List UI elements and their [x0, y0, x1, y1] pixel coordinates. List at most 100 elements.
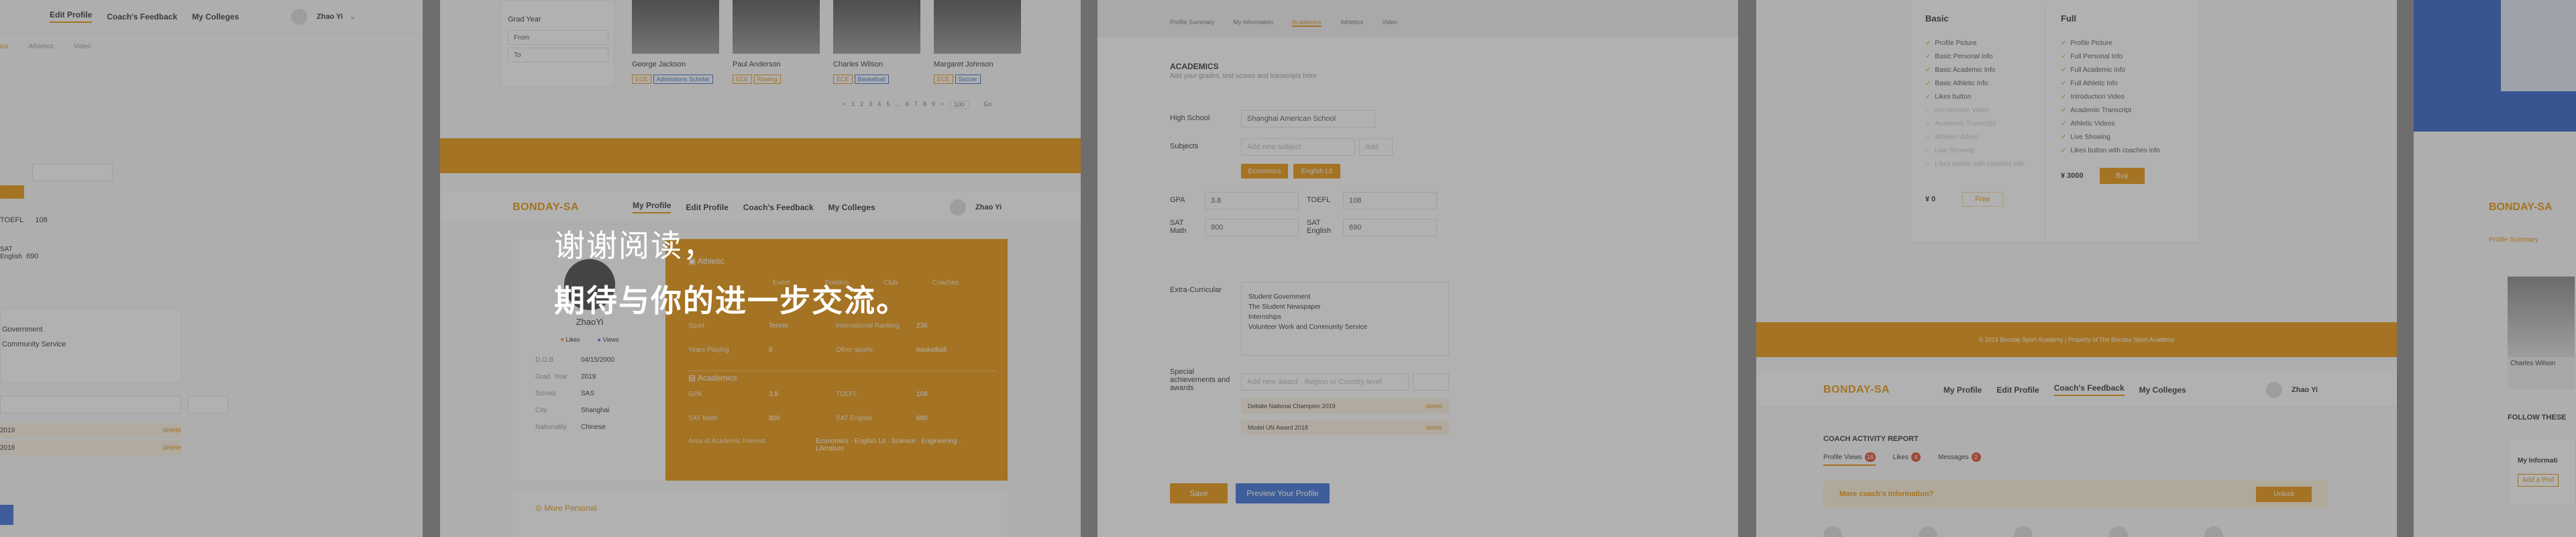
tab-video[interactable]: Video [1382, 19, 1397, 27]
logo[interactable]: BONDAY-SA [1823, 384, 1890, 396]
heart-icon[interactable]: ♥ [561, 336, 564, 343]
coach-photo [632, 0, 719, 54]
save-button[interactable]: Save [1170, 483, 1228, 503]
page-link[interactable]: 6 [906, 101, 909, 109]
coach-avatar[interactable] [2204, 526, 2223, 537]
page-link[interactable]: 1 [851, 101, 855, 109]
extra-curricular-box[interactable]: Government Community Service [0, 309, 181, 383]
toefl-input[interactable]: 108 [1343, 192, 1437, 209]
chevron-down-icon[interactable]: ⌄ [350, 12, 356, 21]
tab-academics[interactable]: Academics [1292, 19, 1322, 27]
nav-coaches-feedback[interactable]: Coach's Feedback [2053, 383, 2125, 396]
add-award-button[interactable] [188, 396, 228, 413]
page-link[interactable]: 3 [869, 101, 872, 109]
sat-math-input[interactable]: 800 [1205, 219, 1299, 236]
tag: Soccer [955, 75, 981, 84]
logo[interactable]: BONDAY-SA [513, 201, 579, 213]
award-input[interactable]: Add new award · Region or Country level [1241, 373, 1409, 391]
stepper-field[interactable] [32, 164, 113, 181]
delete-link[interactable]: delete [163, 427, 181, 434]
avatar[interactable] [2266, 381, 2282, 398]
page-link[interactable]: 8 [923, 101, 926, 109]
tab-athletics[interactable]: Athletics [28, 43, 54, 50]
free-button[interactable]: Free [1962, 192, 2003, 207]
high-school-input[interactable]: Shanghai American School [1241, 110, 1375, 128]
subject-chip[interactable]: English Lit [1293, 164, 1340, 179]
tab-messages[interactable]: Messages 2 [1938, 452, 1981, 466]
profile-card: ZhaoYi ♥ Likes ● Views D.O.B 04/15/2000 G… [513, 239, 667, 481]
subjects-input[interactable]: Add new subject [1241, 138, 1355, 156]
avatar[interactable] [291, 8, 307, 25]
plan-item: ✓ Profile Picture [2061, 40, 2192, 47]
subject-chip[interactable]: Economics [1241, 164, 1288, 179]
preview-button-partial[interactable] [0, 505, 13, 525]
more-personal-title: ⊙ More Personal [535, 503, 597, 513]
page-next[interactable]: > [941, 101, 944, 109]
toefl-value: 108 [1349, 197, 1362, 205]
preview-profile-button[interactable]: Preview Your Profile [1236, 483, 1330, 503]
coach-card[interactable]: Charles Wilson ECE Basketball [833, 0, 920, 85]
nav-my-colleges[interactable]: My Colleges [2139, 385, 2186, 395]
sub-tabs: ics Athletics Video [0, 43, 91, 50]
coach-avatar[interactable] [1823, 526, 1842, 537]
coach-card[interactable]: Charles Wilson [2508, 277, 2575, 389]
coach-card[interactable]: George Jackson ECE Admissions Scholar [632, 0, 719, 85]
tab-profile-summary[interactable]: Profile Summary [1170, 19, 1215, 27]
page-size-input[interactable]: 100 [949, 101, 969, 109]
subject-chip[interactable] [0, 185, 24, 199]
page-go[interactable]: Go [983, 101, 991, 109]
delete-link[interactable]: delete [163, 444, 181, 452]
nav-edit-profile[interactable]: Edit Profile [50, 10, 93, 23]
page-prev[interactable]: < [843, 101, 846, 109]
award-input[interactable] [0, 396, 181, 413]
coach-card[interactable]: Paul Anderson ECE Rowing [733, 0, 820, 85]
add-subject-button[interactable]: Add [1359, 138, 1393, 156]
sat-english-input[interactable]: 690 [1343, 219, 1437, 236]
buy-button[interactable]: Buy [2099, 168, 2145, 184]
nav-my-profile[interactable]: My Profile [1943, 385, 1982, 395]
page-link[interactable]: 2 [860, 101, 863, 109]
section-title: ACADEMICS [1170, 62, 1219, 71]
check-icon: ✓ [1925, 80, 1931, 87]
coach-avatar[interactable] [2109, 526, 2128, 537]
delete-link[interactable]: delete [1426, 424, 1442, 431]
profile-summary-link[interactable]: Profile Summary [2489, 236, 2538, 244]
tab-academics-partial[interactable]: ics [0, 43, 8, 50]
to-select[interactable]: To [508, 48, 608, 62]
logo[interactable]: BONDAY-SA [2489, 201, 2553, 213]
award-text: Model UN Award 2018 [1248, 424, 1308, 431]
nav-edit-profile[interactable]: Edit Profile [686, 203, 728, 212]
check-icon: ✓ [2061, 107, 2067, 114]
nav-coaches-feedback[interactable]: Coach's Feedback [107, 12, 177, 21]
coach-avatar[interactable] [2014, 526, 2033, 537]
nav-my-profile[interactable]: My Profile [633, 201, 672, 213]
from-select[interactable]: From [508, 30, 608, 45]
tab-athletics[interactable]: Athletics [1340, 19, 1363, 27]
add-profile-button[interactable]: Add a Prof [2518, 474, 2559, 487]
top-nav: BONDAY-SA My Profile Edit Profile Coach'… [1756, 373, 2397, 407]
athletic-headers: Event Position Club Coaches [773, 279, 959, 287]
add-award-button[interactable] [1413, 373, 1449, 391]
page-link[interactable]: 7 [914, 101, 918, 109]
page-link[interactable]: 4 [877, 101, 881, 109]
coach-card[interactable]: Margaret Johnson ECE Soccer [934, 0, 1021, 85]
tab-likes[interactable]: Likes 4 [1893, 452, 1921, 466]
athletic-header: Coaches [932, 279, 959, 287]
nav-coaches-feedback[interactable]: Coach's Feedback [743, 203, 814, 212]
tab-video[interactable]: Video [74, 43, 91, 50]
tab-my-information[interactable]: My Information [1234, 19, 1274, 27]
tab-profile-views[interactable]: Profile Views 18 [1823, 452, 1876, 466]
page-link[interactable]: 5 [886, 101, 890, 109]
nav-edit-profile[interactable]: Edit Profile [1996, 385, 2039, 395]
check-icon: ✓ [2061, 53, 2067, 60]
page-link[interactable]: 9 [932, 101, 935, 109]
nav-my-colleges[interactable]: My Colleges [192, 12, 239, 21]
nav-my-colleges[interactable]: My Colleges [828, 203, 875, 212]
athletic-key: Other sports [836, 346, 873, 354]
unlock-button[interactable]: Unlock [2256, 486, 2312, 502]
avatar[interactable] [950, 199, 966, 215]
gpa-input[interactable]: 3.8 [1205, 192, 1299, 209]
coach-avatar[interactable] [1919, 526, 1937, 537]
delete-link[interactable]: delete [1426, 403, 1442, 409]
extra-textarea[interactable]: Student Government The Student Newspaper… [1241, 282, 1449, 356]
